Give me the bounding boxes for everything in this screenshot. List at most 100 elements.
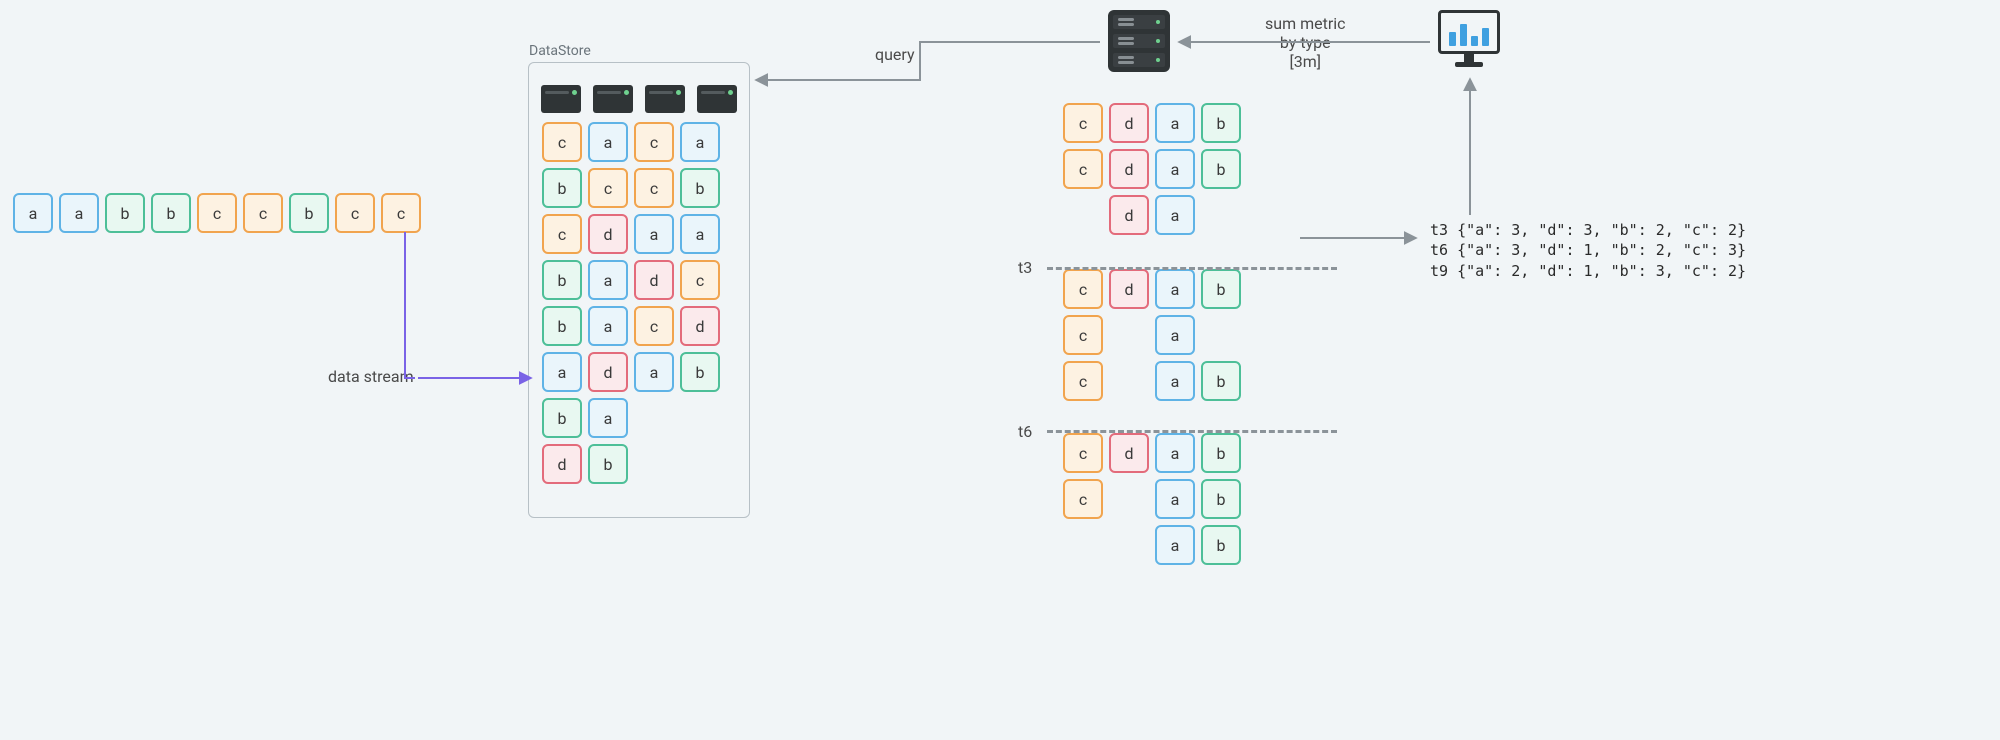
window-cell: c [1063,361,1103,401]
window-cell: b [1201,525,1241,565]
datastore-cell: c [542,122,582,162]
datastore-cell: d [588,352,628,392]
server-icon [645,85,685,113]
datastore-row: bccb [539,165,739,211]
window-row: ab [1060,522,1320,568]
stream-cell: b [151,193,191,233]
datastore-cell: a [680,214,720,254]
t6-label: t6 [1018,422,1032,441]
window-row: c ab [1060,358,1320,404]
window-cell: d [1109,103,1149,143]
datastore-cell: c [588,168,628,208]
stream-cell: a [59,193,99,233]
datastore-cell: d [542,444,582,484]
datastore-cell: d [680,306,720,346]
window-cell: b [1201,361,1241,401]
datastore-cell: b [542,306,582,346]
datastore-row: adab [539,349,739,395]
window-row: cdab [1060,100,1320,146]
datastore-cell: a [588,398,628,438]
window-cell: a [1155,525,1195,565]
window-bot: cdabcabab [1060,430,1320,568]
datastore-cell: a [680,122,720,162]
window-cell: a [1155,195,1195,235]
datastore-cell: c [542,214,582,254]
window-cell: a [1155,149,1195,189]
datastore-row: cdaa [539,211,739,257]
datastore-servers [539,85,739,119]
window-cell: c [1063,315,1103,355]
datastore-cell: a [588,260,628,300]
datastore-cell: b [542,260,582,300]
server-icon [541,85,581,113]
datastore-cell: a [588,122,628,162]
window-cell: d [1109,149,1149,189]
window-cell: c [1063,433,1103,473]
input-stream: aabbccbcc [10,190,424,236]
stream-cell: c [381,193,421,233]
connectors [0,0,2000,740]
window-cell: c [1063,103,1103,143]
datastore-cell: b [680,352,720,392]
stream-cell: b [289,193,329,233]
time-window-groups: cdabcdabda cdabcacab cdabcabab [1060,100,1320,568]
datastore-row: ba [539,395,739,441]
window-cell: c [1063,149,1103,189]
window-row: cdab [1060,146,1320,192]
datastore-cell: a [634,352,674,392]
window-cell: a [1155,315,1195,355]
datastore-row: caca [539,119,739,165]
datastore: DataStore cacabccbcdaabadcbacdadabbadb [528,62,750,518]
datastore-row: db [539,441,739,487]
server-icon [593,85,633,113]
monitor-icon [1438,10,1500,72]
window-cell: a [1155,103,1195,143]
window-cell: a [1155,433,1195,473]
datastore-cell: b [680,168,720,208]
window-cell: a [1155,479,1195,519]
datastore-label: DataStore [529,43,591,59]
stream-cell: a [13,193,53,233]
query-label: query [875,45,915,64]
datastore-row: badc [539,257,739,303]
t3-label: t3 [1018,258,1032,277]
window-mid: cdabcacab [1060,266,1320,404]
window-cell: d [1109,195,1149,235]
window-row: c ab [1060,476,1320,522]
t3-divider [1047,267,1337,270]
window-row: cdab [1060,266,1320,312]
window-cell: c [1063,269,1103,309]
datastore-cell: b [588,444,628,484]
stream-cell: c [197,193,237,233]
window-top: cdabcdabda [1060,100,1320,238]
server-icon [697,85,737,113]
datastore-cell: a [634,214,674,254]
window-cell: b [1201,149,1241,189]
datastore-row: bacd [539,303,739,349]
datastore-cell: d [634,260,674,300]
datastore-cell: b [542,168,582,208]
stream-cell: c [243,193,283,233]
datastore-cell: a [542,352,582,392]
window-row: ca [1060,312,1320,358]
server-cluster-icon [1108,10,1170,72]
window-cell: a [1155,361,1195,401]
stream-cell: c [335,193,375,233]
window-cell: b [1201,479,1241,519]
datastore-rows: cacabccbcdaabadcbacdadabbadb [539,119,739,487]
window-cell: b [1201,433,1241,473]
datastore-cell: d [588,214,628,254]
window-cell: d [1109,433,1149,473]
datastore-cell: b [542,398,582,438]
datastore-cell: c [634,122,674,162]
sum-metric-label: sum metric by type [3m] [1265,14,1346,71]
window-cell: d [1109,269,1149,309]
window-row: cdab [1060,430,1320,476]
window-cell: c [1063,479,1103,519]
stream-cell: b [105,193,145,233]
datastore-cell: c [680,260,720,300]
t6-divider [1047,430,1337,433]
datastore-cell: c [634,306,674,346]
window-cell: a [1155,269,1195,309]
datastore-cell: a [588,306,628,346]
